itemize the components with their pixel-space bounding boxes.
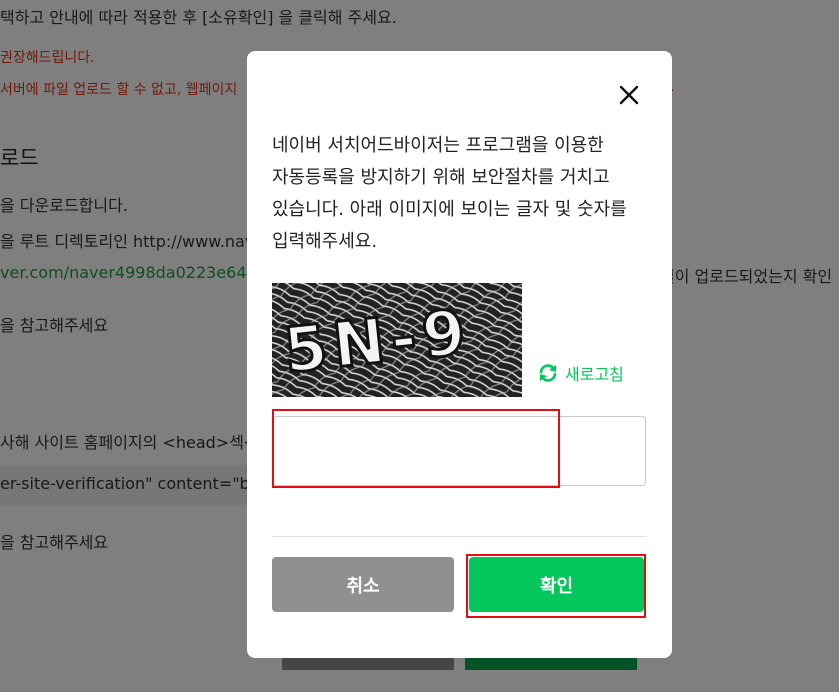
cancel-button[interactable]: 취소 [272,557,454,612]
captcha-description: 네이버 서치어드바이저는 프로그램을 이용한 자동등록을 방지하기 위해 보안절… [272,135,627,252]
refresh-label: 새로고침 [565,365,624,384]
close-button[interactable] [615,81,643,109]
captcha-image: 5N-9 [272,283,522,397]
refresh-button[interactable]: 새로고침 [537,360,624,386]
modal-divider [272,536,646,537]
confirm-button[interactable]: 확인 [469,557,644,612]
captcha-modal: 네이버 서치어드바이저는 프로그램을 이용한 자동등록을 방지하기 위해 보안절… [247,51,672,658]
close-icon [619,85,639,105]
refresh-icon [539,364,557,382]
captcha-input[interactable] [273,417,645,485]
captcha-input-box [272,416,646,486]
